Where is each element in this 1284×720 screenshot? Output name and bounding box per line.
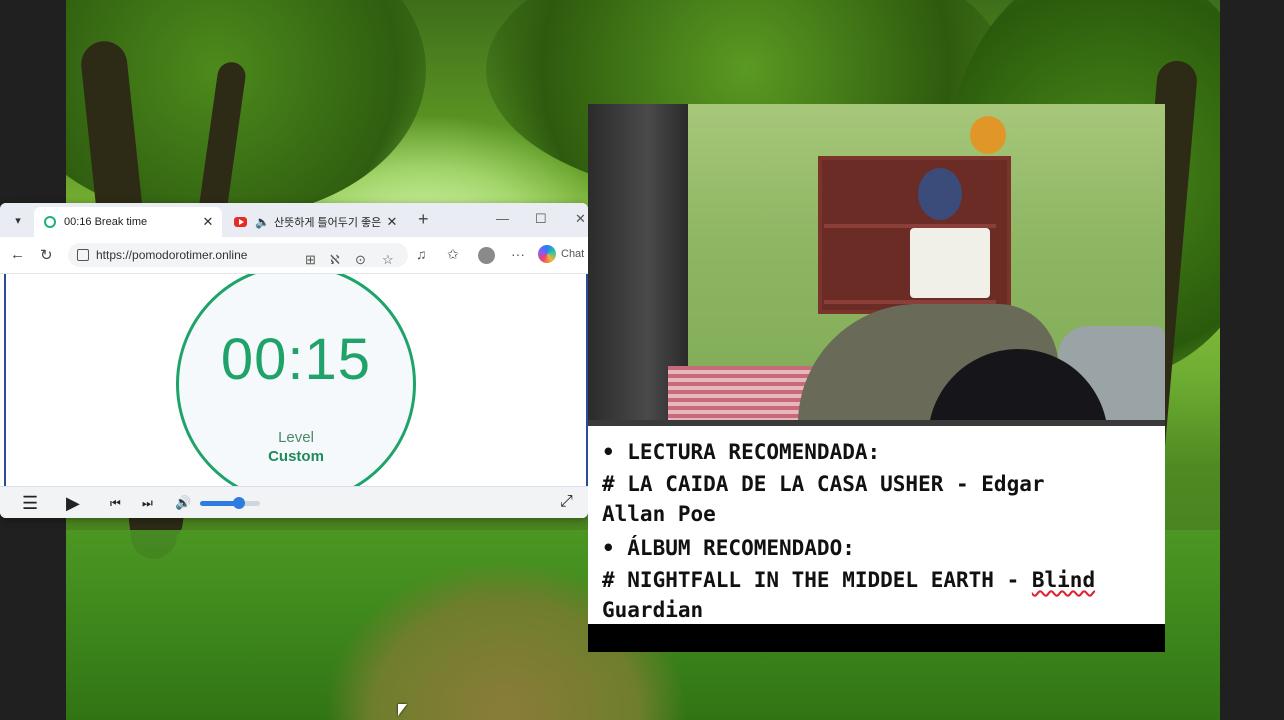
music-note-icon[interactable]: ♫ xyxy=(416,246,427,262)
copilot-button[interactable]: Chat xyxy=(538,245,584,263)
copilot-icon xyxy=(538,245,556,263)
tab-title: 00:16 Break time xyxy=(64,216,148,228)
favorites-icon[interactable]: ✩ xyxy=(447,246,459,263)
black-bar xyxy=(588,624,1165,652)
media-controls: ☰ ▶ ⏮ ⏭ 🔊 ⤢ xyxy=(0,486,588,518)
webcam-panel: • LECTURA RECOMENDADA: # LA CAIDA DE LA … xyxy=(588,104,1165,652)
mouse-cursor-icon xyxy=(398,704,407,716)
tab-actions-chevron-icon[interactable]: ▾ xyxy=(8,211,28,231)
refresh-icon[interactable]: ↻ xyxy=(40,246,53,264)
note-line: # NIGHTFALL IN THE MIDDEL EARTH - Blind xyxy=(602,565,1157,595)
right-letterbox xyxy=(1220,0,1284,720)
browser-window: ▾ 00:16 Break time ✕ 🔈 산뜻하게 틀어두기 좋은 ✕ + … xyxy=(0,203,588,518)
tab-pomodoro[interactable]: 00:16 Break time ✕ xyxy=(34,207,222,237)
profile-avatar-icon[interactable] xyxy=(478,247,495,264)
url-text: https://pomodorotimer.online xyxy=(96,248,248,262)
previous-icon[interactable]: ⏮ xyxy=(110,496,121,511)
note-line: # LA CAIDA DE LA CASA USHER - Edgar xyxy=(602,472,1045,496)
next-icon[interactable]: ⏭ xyxy=(142,496,153,511)
lock-icon xyxy=(77,249,89,261)
minimize-icon[interactable]: — xyxy=(496,211,509,226)
url-field[interactable]: https://pomodorotimer.online ⊞ ℵ ⊙ ☆ xyxy=(68,243,408,267)
copilot-label: Chat xyxy=(561,248,585,260)
close-window-icon[interactable]: ✕ xyxy=(575,211,586,227)
note-line: • LECTURA RECOMENDADA: xyxy=(602,440,881,464)
close-tab-icon[interactable]: ✕ xyxy=(384,214,400,230)
favorite-star-icon[interactable]: ☆ xyxy=(382,248,394,272)
play-icon[interactable]: ▶ xyxy=(66,493,80,514)
volume-knob[interactable] xyxy=(233,497,245,509)
maximize-icon[interactable]: ☐ xyxy=(535,211,547,227)
more-circle-icon[interactable]: ⊙ xyxy=(355,248,366,272)
tab-title: 산뜻하게 틀어두기 좋은 xyxy=(273,217,382,229)
note-text: # NIGHTFALL IN THE MIDDEL EARTH - xyxy=(602,568,1032,592)
address-bar: ← ↻ https://pomodorotimer.online ⊞ ℵ ⊙ ☆… xyxy=(0,237,588,274)
back-icon[interactable]: ← xyxy=(10,246,25,263)
level-label: Level xyxy=(278,429,314,446)
note-line: • ÁLBUM RECOMENDADO: xyxy=(602,536,855,560)
volume-icon[interactable]: 🔊 xyxy=(175,495,191,511)
tab-youtube[interactable]: 🔈 산뜻하게 틀어두기 좋은 ✕ xyxy=(224,207,406,237)
volume-slider[interactable] xyxy=(200,497,260,509)
webcam-video xyxy=(588,104,1165,426)
translate-icon[interactable]: ℵ xyxy=(330,248,340,272)
notes-overlay: • LECTURA RECOMENDADA: # LA CAIDA DE LA … xyxy=(588,429,1165,624)
tab-bar: ▾ 00:16 Break time ✕ 🔈 산뜻하게 틀어두기 좋은 ✕ + … xyxy=(0,203,588,237)
youtube-icon xyxy=(234,217,247,227)
level-value[interactable]: Custom xyxy=(176,448,416,465)
pomodoro-icon xyxy=(44,216,56,228)
note-line: Guardian xyxy=(602,598,704,622)
timer-page: 00:15 Level Custom xyxy=(4,274,588,486)
fullscreen-icon[interactable]: ⤢ xyxy=(560,493,573,511)
menu-icon[interactable]: ☰ xyxy=(22,493,38,514)
note-line: Allan Poe xyxy=(602,502,716,526)
more-options-icon[interactable]: ··· xyxy=(511,246,525,262)
close-tab-icon[interactable]: ✕ xyxy=(200,214,216,230)
speaker-icon[interactable]: 🔈 xyxy=(255,215,270,229)
timer-display: 00:15 xyxy=(220,327,372,392)
misspelled-word: Blind xyxy=(1031,568,1096,592)
app-grid-icon[interactable]: ⊞ xyxy=(305,248,316,272)
new-tab-icon[interactable]: + xyxy=(418,209,429,230)
